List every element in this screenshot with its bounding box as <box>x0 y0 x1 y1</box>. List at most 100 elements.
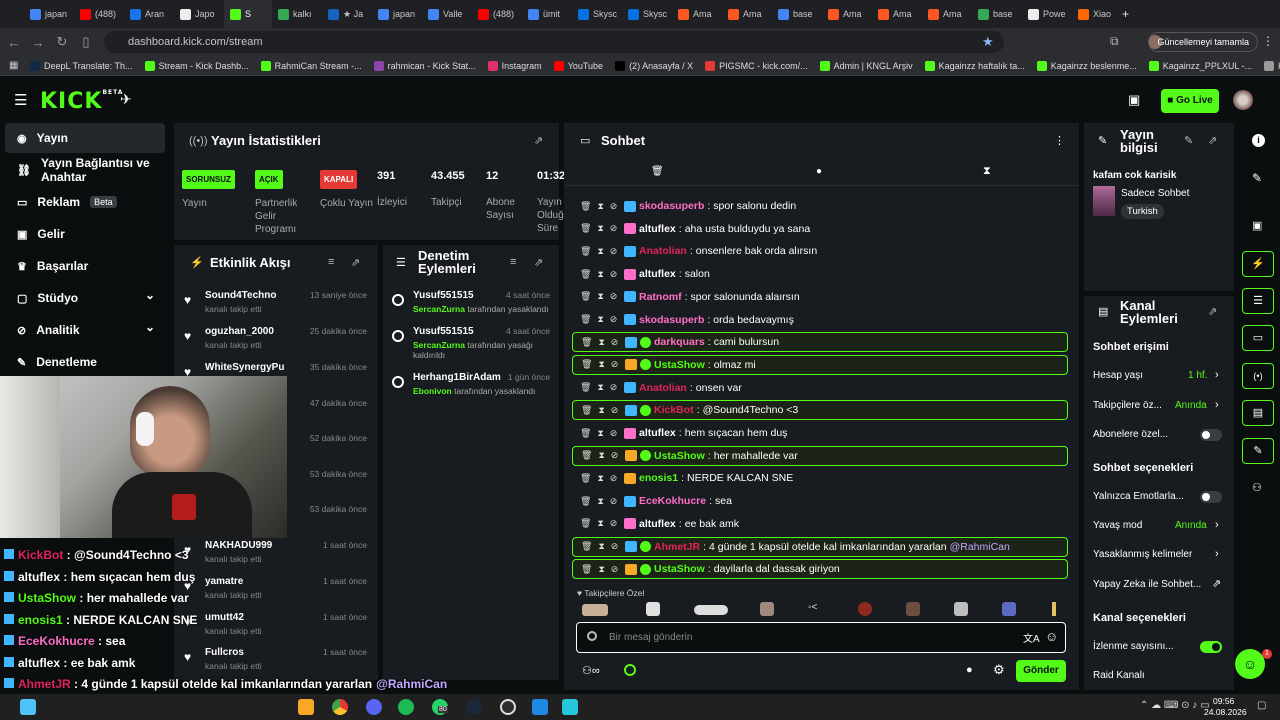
ban-icon[interactable]: ⊘ <box>611 541 619 552</box>
sidebar-item-yaynbalantsveanahtar[interactable]: ⛓ Yayın Bağlantısı ve Anahtar <box>5 155 165 185</box>
chevron-down-icon[interactable]: ⌄ <box>145 320 155 334</box>
delete-icon[interactable]: 🗑 <box>581 405 592 416</box>
browser-tab[interactable]: Valle <box>422 0 472 28</box>
browser-tab[interactable]: Ama <box>722 0 772 28</box>
moderation-item[interactable]: Yusuf551515 SercanZurna tarafından yasakl… <box>392 290 554 314</box>
browser-tab[interactable]: (488) <box>74 0 124 28</box>
emote-icon[interactable] <box>858 602 872 616</box>
timeout-icon[interactable]: ⧗ <box>598 450 604 461</box>
chat-username[interactable]: altuflex <box>639 223 676 235</box>
sidebar-item-reklam[interactable]: ▭ Reklam Beta <box>5 187 165 217</box>
chat-username[interactable]: Anatolian <box>639 245 687 257</box>
delete-icon[interactable]: 🗑 <box>580 473 591 484</box>
chat-message[interactable]: 🗑 ⧗ ⊘ EceKokhucre: sea <box>572 491 1068 511</box>
user-avatar[interactable] <box>1233 90 1253 110</box>
bookmark-star-icon[interactable]: ★ <box>982 34 994 50</box>
broadcast-icon[interactable]: (•) <box>1242 363 1274 389</box>
bookmark-item[interactable]: Küpe – Page 2 <box>1264 60 1280 71</box>
new-tab-icon[interactable]: + <box>1122 7 1129 21</box>
ban-icon[interactable]: ⊘ <box>610 201 618 212</box>
delete-icon[interactable]: 🗑 <box>581 450 592 461</box>
emote-icon[interactable] <box>694 605 728 615</box>
wrench-icon[interactable]: ✎ <box>1242 438 1274 464</box>
browser-tab[interactable]: Skysc <box>622 0 672 28</box>
browser-tab[interactable]: japan <box>24 0 74 28</box>
chevron-right-icon[interactable]: › <box>1215 369 1219 381</box>
notification-bell-icon[interactable]: ▢ <box>1257 700 1266 711</box>
sidebar-item-gelir[interactable]: ▣ Gelir <box>5 219 165 249</box>
browser-tab[interactable]: (488) <box>472 0 522 28</box>
sidebar-item-analitik[interactable]: ⊘ Analitik ⌄ <box>5 315 165 345</box>
sidebar-item-denetleme[interactable]: ✎ Denetleme <box>5 347 165 377</box>
chat-username[interactable]: skodasuperb <box>639 314 704 326</box>
ban-icon[interactable]: ⊘ <box>610 382 618 393</box>
bookmark-item[interactable]: RahmiCan Stream -... <box>260 60 362 71</box>
chat-message[interactable]: 🗑 ⧗ ⊘ AhmetJR:4 günde 1 kapsül otelde kal i… <box>572 536 1068 557</box>
popout-icon[interactable]: ⇗ <box>1208 305 1217 318</box>
chat-message[interactable]: 🗑 ⧗ ⊘ Anatolian: onsen var <box>572 378 1068 398</box>
chat-username[interactable]: Anatolian <box>639 382 687 394</box>
clock-date[interactable]: 24.08.2026 <box>1204 707 1247 717</box>
ban-icon[interactable]: ⊘ <box>610 269 618 280</box>
chevron-down-icon[interactable]: ⌄ <box>145 288 155 302</box>
timeout-icon[interactable]: ⧗ <box>597 382 603 393</box>
subscribers-only-toggle[interactable] <box>1200 429 1222 441</box>
users-icon[interactable]: ⚇ <box>1252 481 1262 494</box>
sidebar-item-stdyo[interactable]: ▢ Stüdyo ⌄ <box>5 283 165 313</box>
chat-message[interactable]: 🗑 ⧗ ⊘ UstaShow: olmaz mi <box>572 354 1068 375</box>
ban-icon[interactable]: ⊘ <box>611 405 619 416</box>
timeout-icon[interactable]: ⧗ <box>598 337 604 348</box>
bookmark-item[interactable]: PIGSMC - kick.com/... <box>705 60 808 71</box>
chat-message[interactable]: 🗑 ⧗ ⊘ darkquars: cami bulursun <box>572 332 1068 353</box>
browser-tab[interactable]: base <box>772 0 822 28</box>
hamburger-menu-icon[interactable]: ☰ <box>14 91 27 109</box>
chat-message[interactable]: 🗑 ⧗ ⊘ skodasuperb: orda bedavaymış <box>572 310 1068 330</box>
sidebar-toggle-icon[interactable]: ▯ <box>74 34 98 50</box>
chat-mention[interactable]: @RahmiCan <box>950 541 1010 553</box>
bookmark-item[interactable]: rahmican - Kick Stat... <box>373 60 476 71</box>
category-name[interactable]: Sadece Sohbet <box>1121 188 1189 199</box>
chat-username[interactable]: EceKokhucre <box>639 495 706 507</box>
extensions-icon[interactable]: ⧉ <box>1110 34 1119 49</box>
chat-username[interactable]: UstaShow <box>654 563 705 575</box>
chat-username[interactable]: altuflex <box>639 518 676 530</box>
windows-start-icon[interactable] <box>20 699 36 715</box>
more-options-icon[interactable]: ⋮ <box>1054 134 1065 147</box>
delete-icon[interactable]: 🗑 <box>580 201 591 212</box>
filter-icon[interactable]: ≡ <box>328 256 334 268</box>
delete-icon[interactable]: 🗑 <box>580 291 591 302</box>
chat-message[interactable]: 🗑 ⧗ ⊘ UstaShow: her mahallede var <box>572 445 1068 466</box>
chrome-icon[interactable] <box>332 699 348 715</box>
emote-icon[interactable] <box>1002 602 1016 616</box>
delete-icon[interactable]: 🗑 <box>580 382 591 393</box>
view-count-toggle[interactable] <box>1200 641 1222 653</box>
browser-tab[interactable]: Ama <box>672 0 722 28</box>
activity-item[interactable]: ♥ Sound4Techno kanalı takip etti 13 saniye … <box>182 290 372 314</box>
discord-icon[interactable] <box>366 699 382 715</box>
message-icon[interactable]: ● <box>816 166 822 177</box>
category-thumbnail[interactable] <box>1093 186 1115 216</box>
emotes-only-toggle[interactable] <box>1200 491 1222 503</box>
timeout-icon[interactable]: ⧗ <box>597 496 603 507</box>
delete-icon[interactable]: 🗑 <box>580 269 591 280</box>
emote-icon[interactable] <box>954 602 968 616</box>
bookmark-item[interactable]: Kagainzz_PPLXUL -... <box>1148 60 1252 71</box>
chat-username[interactable]: enosis1 <box>639 472 678 484</box>
ban-icon[interactable]: ⊘ <box>610 473 618 484</box>
moderation-item[interactable]: Herhang1BirAdam Ebonivon tarafından yasak… <box>392 372 554 396</box>
list-icon[interactable]: ☰ <box>1242 288 1274 314</box>
pin-icon[interactable]: ✈ <box>120 91 132 108</box>
tray-icons[interactable]: ⌃ ☁ ⌨ ⊙ ♪ ▭ <box>1140 700 1210 711</box>
activity-item[interactable]: ♥ WhiteSynergyPu 35 dakika önce <box>182 362 372 379</box>
external-link-icon[interactable]: ⇗ <box>1212 577 1221 590</box>
popout-icon[interactable]: ⇗ <box>534 256 543 269</box>
browser-tab[interactable]: Powe <box>1022 0 1072 28</box>
chat-message[interactable]: 🗑 ⧗ ⊘ altuflex: ee bak amk <box>572 514 1068 534</box>
timeout-icon[interactable]: ⧗ <box>598 564 604 575</box>
moderation-item[interactable]: Yusuf551515 SercanZurna tarafından yasağı… <box>392 326 554 360</box>
language-tag[interactable]: Turkish <box>1121 204 1164 219</box>
ban-icon[interactable]: ⊘ <box>611 564 619 575</box>
chat-username[interactable]: Ratnomf <box>639 291 682 303</box>
reload-icon[interactable]: ↻ <box>50 34 74 50</box>
ban-icon[interactable]: ⊘ <box>610 428 618 439</box>
